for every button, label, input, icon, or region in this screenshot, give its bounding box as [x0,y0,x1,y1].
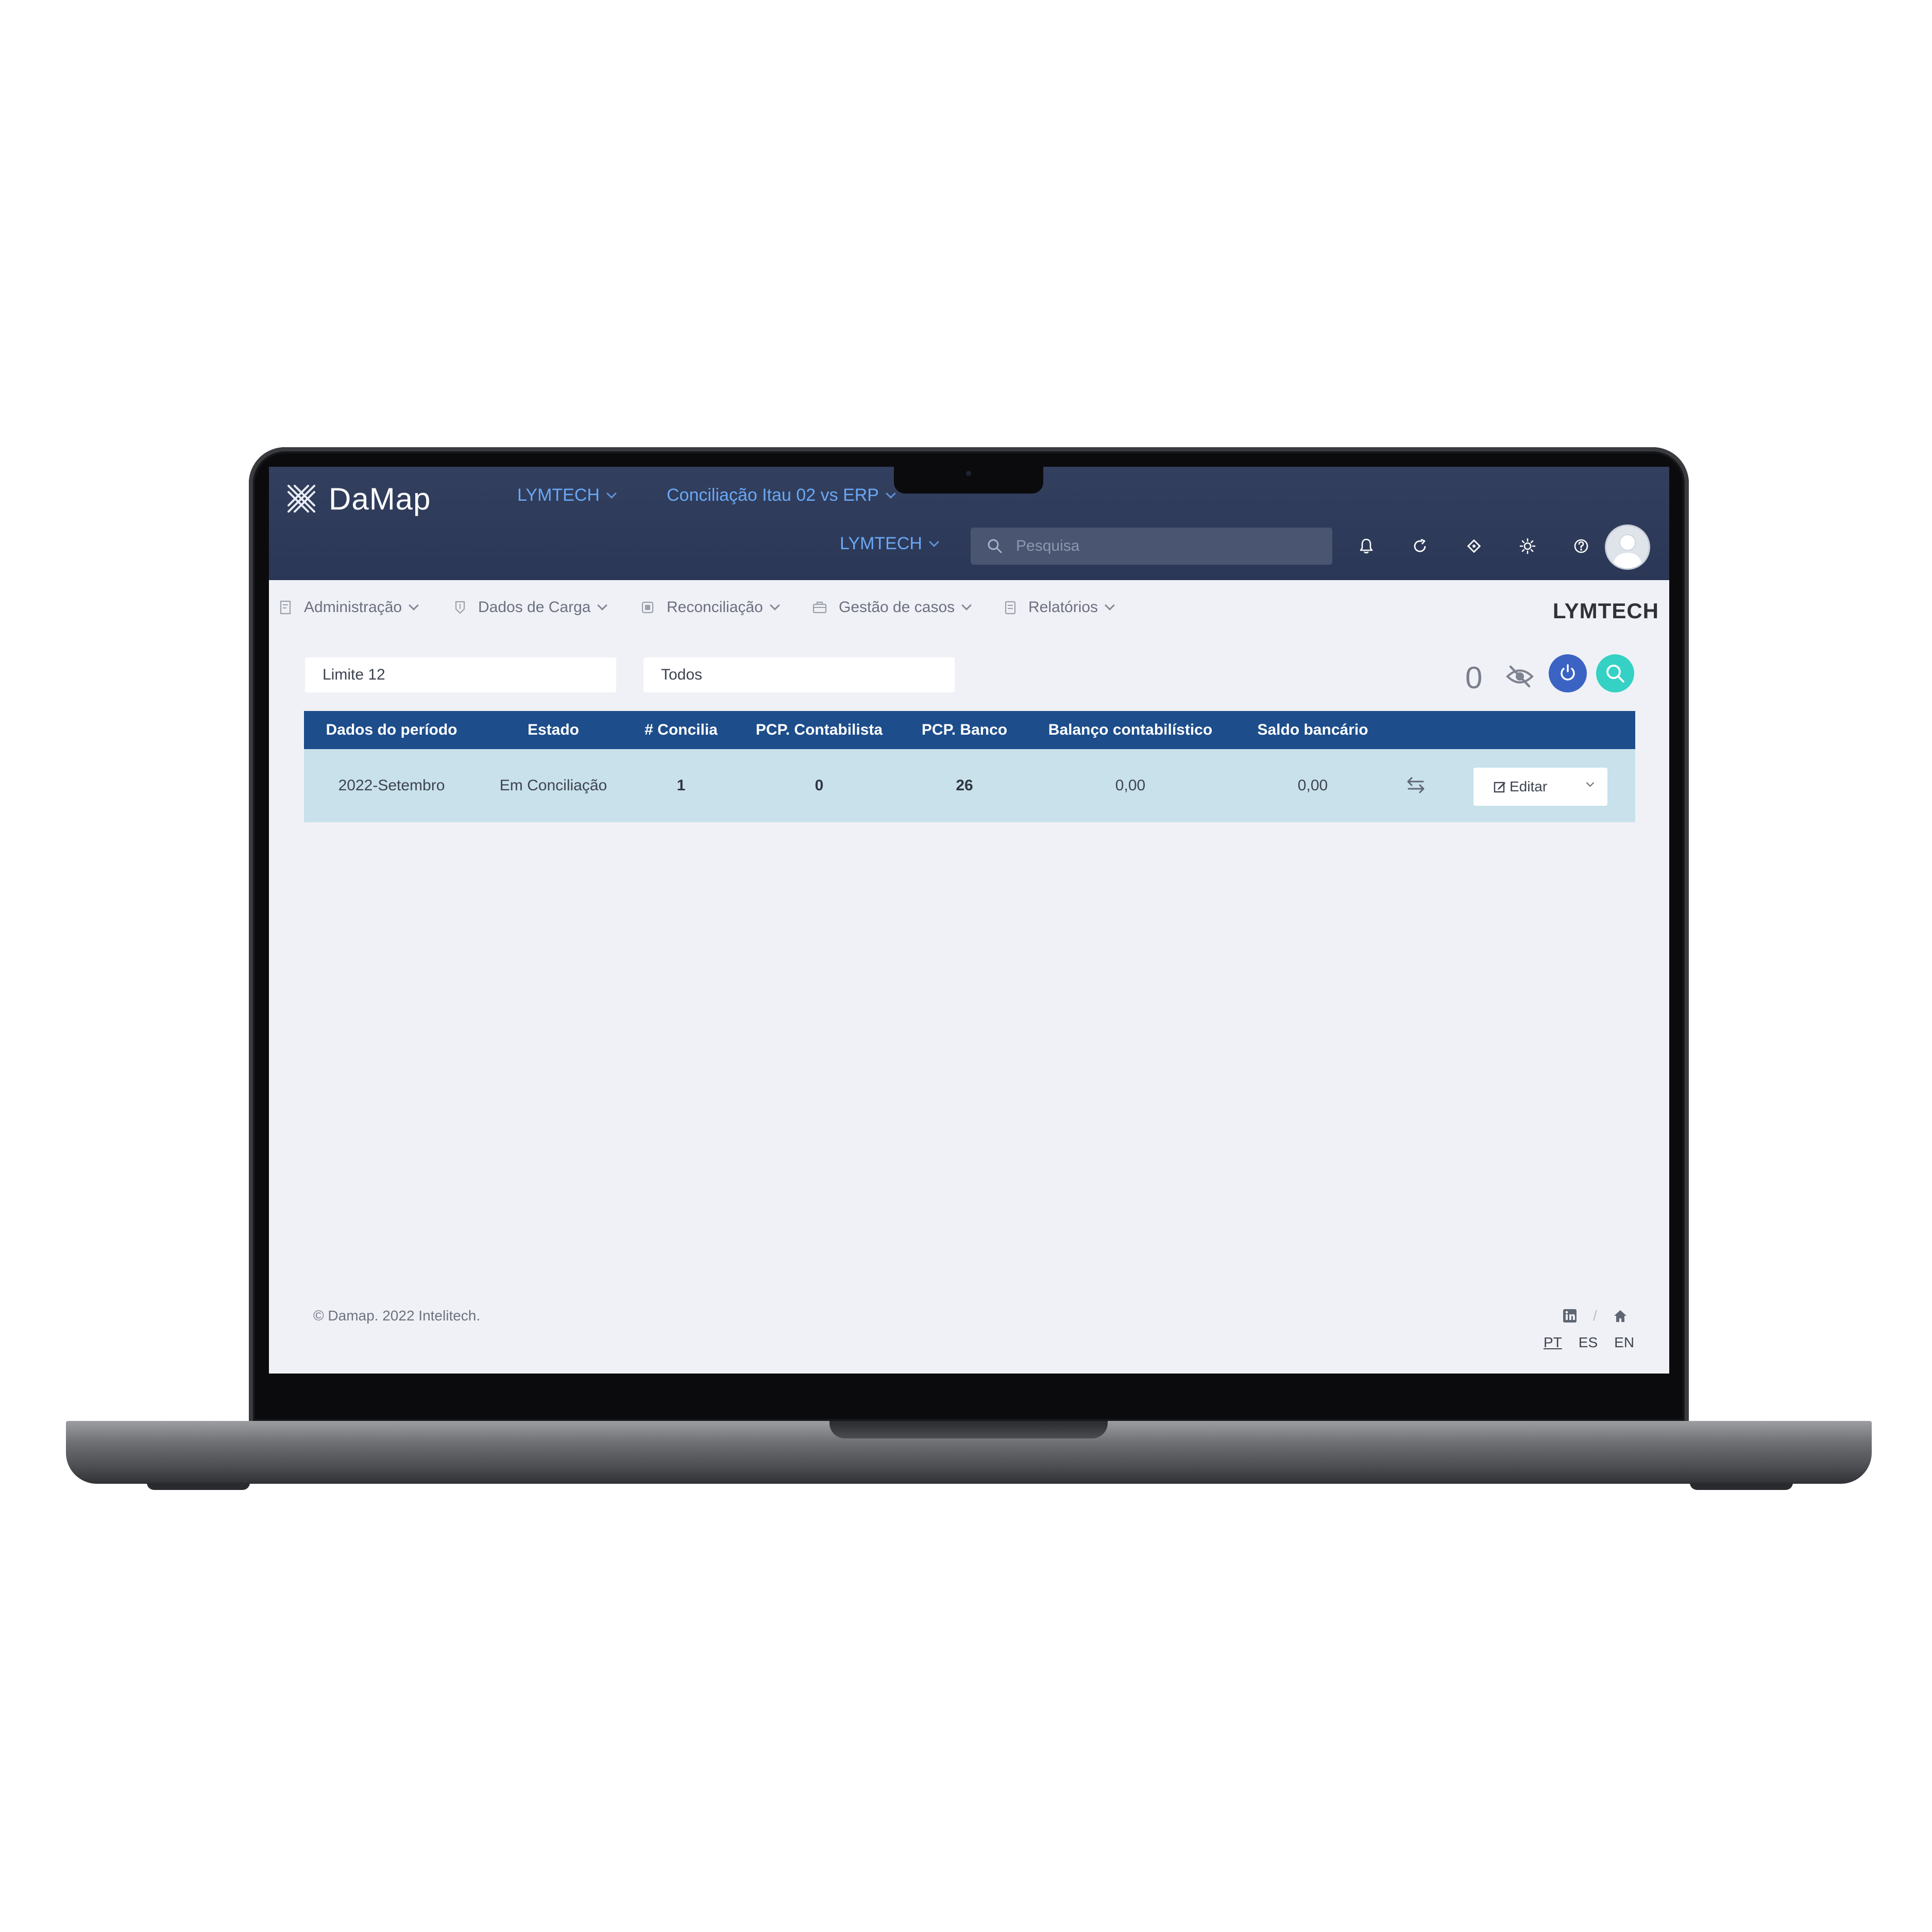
cell-pcp-banco: 26 [956,777,973,794]
chevron-down-icon [1105,600,1115,611]
menu-label: Reconciliação [667,599,763,616]
menu-gestao-de-casos[interactable]: Gestão de casos [812,599,972,616]
laptop-foot-left [147,1483,250,1490]
edit-button-label: Editar [1510,778,1548,794]
cell-pcp-contabilista: 0 [815,777,824,794]
chevron-down-icon [886,488,896,499]
diamond-icon [1467,539,1481,553]
col-pcp-banco[interactable]: PCP. Banco [922,711,1007,749]
menu-dados-de-carga[interactable]: Dados de Carga [453,599,608,616]
refresh-button[interactable] [1408,534,1432,558]
reconciliation-icon [641,601,654,614]
apps-button[interactable] [1462,534,1486,558]
col-estado[interactable]: Estado [528,711,579,749]
entity-dropdown[interactable]: LYMTECH [840,534,939,554]
briefcase-icon [812,601,827,614]
limit-filter-value: Limite 12 [323,666,385,683]
theme-toggle-button[interactable] [1515,534,1540,558]
lang-es[interactable]: ES [1579,1334,1598,1351]
footer-links: / [1562,1308,1628,1324]
chevron-down-icon[interactable] [1586,778,1595,787]
edit-icon [1494,782,1505,793]
eye-slash-icon [1506,665,1534,688]
chevron-down-icon [409,600,419,611]
col-saldo[interactable]: Saldo bancário [1257,711,1368,749]
app-name: DaMap [329,481,431,516]
admin-icon [280,600,291,615]
avatar[interactable] [1605,524,1650,570]
company-dropdown[interactable]: LYMTECH [517,485,617,505]
search-input[interactable] [1015,537,1326,555]
help-button[interactable] [1569,534,1594,558]
user-avatar-icon [1613,534,1642,568]
status-filter-value: Todos [661,666,703,683]
damap-logo-icon [287,485,315,513]
lang-en[interactable]: EN [1614,1334,1634,1351]
app-logo[interactable]: DaMap [284,478,431,519]
limit-filter[interactable]: Limite 12 [305,657,616,692]
menu-label: Dados de Carga [478,599,591,616]
lang-pt[interactable]: PT [1544,1334,1562,1351]
linkedin-icon[interactable] [1562,1308,1578,1324]
table-row[interactable]: 2022-Setembro Em Conciliação 1 0 26 0,00… [304,749,1635,822]
refresh-icon [1414,538,1426,552]
swap-arrows-icon [1407,777,1425,793]
sun-icon [1519,538,1536,554]
periods-table: Dados do período Estado # Concilia PCP. … [304,711,1635,822]
reconciliation-dropdown-label: Conciliação Itau 02 vs ERP [667,485,879,505]
load-data-icon [455,601,465,614]
chevron-down-icon [597,600,608,611]
entity-dropdown-label: LYMTECH [840,534,922,553]
language-switcher: PT ES EN [1544,1334,1634,1351]
toggle-hidden-button[interactable] [1505,664,1534,692]
search-button[interactable] [1596,654,1634,692]
menu-label: Relatórios [1028,599,1098,616]
menu-relatorios[interactable]: Relatórios [1004,599,1115,616]
status-filter[interactable]: Todos [643,657,955,692]
chevron-down-icon [606,488,617,499]
cell-balanco: 0,00 [1115,777,1146,794]
reports-icon [1005,601,1016,615]
copyright: © Damap. 2022 Intelitech. [313,1308,481,1324]
menu-label: Administração [304,599,402,616]
hidden-count: 0 [1465,660,1483,695]
chevron-down-icon [929,536,939,547]
main-menu: Administração Dados de Carga Reconciliaç… [269,580,1669,637]
notifications-button[interactable] [1354,534,1379,558]
menu-reconciliacao[interactable]: Reconciliação [641,599,780,616]
power-refresh-icon [1561,664,1575,681]
col-concilia[interactable]: # Concilia [645,711,718,749]
edit-button[interactable]: Editar [1473,768,1607,806]
company-title: LYMTECH [1552,599,1659,623]
global-search[interactable] [971,528,1332,565]
camera-notch [894,463,1043,494]
reconciliation-dropdown[interactable]: Conciliação Itau 02 vs ERP [667,485,896,505]
search-icon [988,539,1002,553]
search-icon [1606,665,1624,683]
cell-periodo: 2022-Setembro [338,777,445,794]
home-icon[interactable] [1613,1308,1628,1324]
laptop-foot-right [1690,1483,1793,1490]
bell-icon [1360,538,1373,554]
table-header: Dados do período Estado # Concilia PCP. … [304,711,1635,749]
cell-concilia: 1 [676,777,686,794]
col-periodo[interactable]: Dados do período [326,711,457,749]
laptop-hinge-notch [829,1421,1108,1438]
menu-administracao[interactable]: Administração [279,599,419,616]
col-balanco[interactable]: Balanço contabilístico [1048,711,1212,749]
menu-label: Gestão de casos [839,599,955,616]
chevron-down-icon [769,600,780,611]
camera-icon [966,471,971,476]
cell-estado: Em Conciliação [499,777,607,794]
cell-saldo: 0,00 [1297,777,1328,794]
chevron-down-icon [961,600,972,611]
reload-button[interactable] [1549,654,1587,692]
help-icon [1574,539,1588,553]
company-dropdown-label: LYMTECH [517,485,600,505]
col-pcp-contabilista[interactable]: PCP. Contabilista [756,711,883,749]
swap-button[interactable] [1405,775,1426,798]
app-screen: DaMap LYMTECH Conciliação Itau 02 vs ERP… [269,467,1669,1374]
footer-separator: / [1593,1308,1597,1324]
